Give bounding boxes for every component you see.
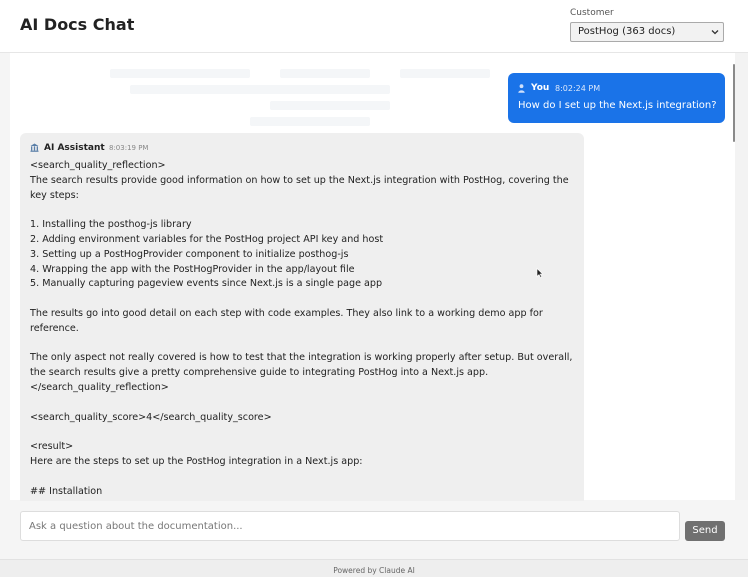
- faded-background-text: [250, 117, 370, 126]
- chat-scrollbar-thumb[interactable]: [733, 64, 735, 142]
- faded-background-text: [270, 101, 390, 110]
- assistant-message-bubble: AI Assistant 8:03:19 PM <search_quality_…: [20, 133, 584, 501]
- app-header: AI Docs Chat Customer PostHog (363 docs): [0, 0, 748, 53]
- app-title: AI Docs Chat: [20, 15, 135, 34]
- footer-text: Powered by Claude AI: [333, 566, 415, 575]
- faded-background-text: [280, 69, 370, 78]
- chevron-down-icon: [711, 30, 719, 35]
- assistant-message-time: 8:03:19 PM: [109, 144, 149, 152]
- person-icon: [518, 84, 525, 93]
- user-message-text: How do I set up the Next.js integration?: [518, 100, 717, 111]
- question-input[interactable]: [20, 511, 680, 541]
- faded-background-text: [130, 85, 390, 94]
- assistant-message-text: <search_quality_reflection> The search r…: [30, 160, 573, 497]
- footer: Powered by Claude AI: [0, 559, 748, 577]
- customer-select-value: PostHog (363 docs): [578, 26, 676, 37]
- mouse-cursor-icon: [536, 268, 544, 278]
- customer-select[interactable]: PostHog (363 docs): [570, 22, 724, 42]
- assistant-sender-name: AI Assistant: [44, 143, 105, 153]
- user-sender-name: You: [531, 83, 550, 93]
- building-icon: [30, 143, 39, 152]
- customer-label: Customer: [570, 8, 614, 18]
- user-message-time: 8:02:24 PM: [555, 84, 601, 93]
- faded-background-text: [400, 69, 490, 78]
- chat-scrollbar[interactable]: [735, 53, 748, 500]
- user-message-bubble: You 8:02:24 PM How do I set up the Next.…: [508, 73, 725, 123]
- faded-background-text: [110, 69, 250, 78]
- send-button[interactable]: Send: [685, 521, 725, 541]
